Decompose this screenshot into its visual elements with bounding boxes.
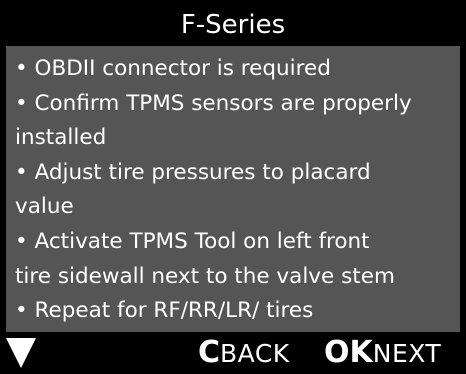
back-button[interactable]: CBACK [198,332,290,374]
next-key-label: NEXT [372,339,442,368]
back-key-letter: C [198,335,221,370]
next-button[interactable]: OKNEXT [324,332,441,374]
instruction-line: value [15,194,74,220]
instruction-line: • Adjust tire pressures to placard [15,159,371,185]
instruction-line: • Repeat for RF/RR/LR/ tires [15,298,314,324]
instruction-line: installed [15,125,107,151]
instruction-line: • Activate TPMS Tool on left front [15,228,370,254]
instruction-line: • Confirm TPMS sensors are properly [15,90,412,116]
back-key-label: BACK [220,339,290,368]
next-key-letters: OK [324,335,373,370]
screen-title: F-Series [6,6,460,44]
device-screen: F-Series • OBDII connector is required •… [0,0,466,374]
down-triangle-icon[interactable] [6,338,36,368]
instruction-line: • OBDII connector is required [15,56,331,81]
softkey-bar: CBACK OKNEXT [0,332,466,374]
instructions-panel: • OBDII connector is required • Confirm … [6,46,460,332]
instruction-line: tire sidewall next to the valve stem [15,263,395,289]
